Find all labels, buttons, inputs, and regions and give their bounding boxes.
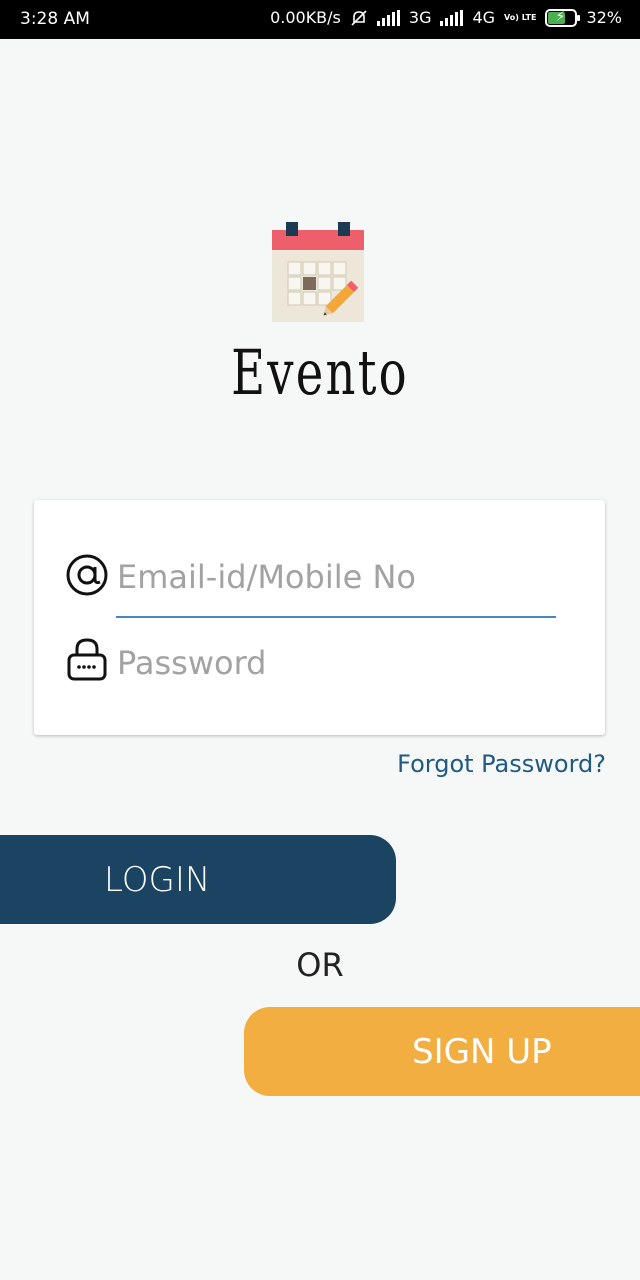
signup-button[interactable]: SIGN UP	[244, 1007, 640, 1096]
network-type-2: 4G	[472, 8, 496, 27]
app-title: Evento	[231, 336, 409, 409]
password-input[interactable]	[117, 638, 557, 688]
or-divider-label: OR	[296, 946, 344, 984]
calendar-pencil-icon	[272, 222, 364, 322]
status-time: 3:28 AM	[20, 9, 90, 29]
battery-percent: 32%	[586, 8, 622, 27]
data-speed: 0.00KB/s	[270, 8, 341, 27]
signal-icon	[440, 9, 464, 26]
email-underline	[116, 616, 556, 618]
silent-bell-icon	[351, 9, 367, 26]
at-sign-icon	[66, 554, 108, 596]
volte-indicator: Vo) LTE	[504, 12, 537, 22]
login-card	[34, 500, 605, 735]
status-indicators: 0.00KB/s 3G 4G Vo) LTE ⚡ 32%	[270, 8, 622, 27]
login-button[interactable]: LOGIN	[0, 835, 396, 924]
network-type-1: 3G	[408, 8, 432, 27]
lock-icon	[67, 638, 107, 681]
signal-icon	[376, 9, 400, 26]
status-bar: 3:28 AM 0.00KB/s 3G 4G Vo) LTE ⚡ 32%	[0, 0, 640, 39]
forgot-password-link[interactable]: Forgot Password?	[397, 750, 606, 778]
battery-icon: ⚡	[545, 8, 581, 27]
email-input[interactable]	[117, 552, 557, 602]
